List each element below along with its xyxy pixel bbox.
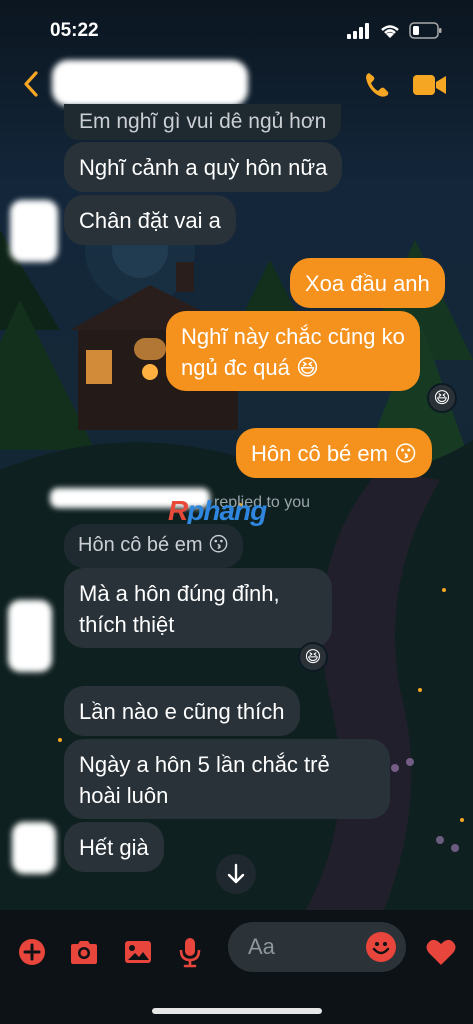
home-indicator: [152, 1008, 322, 1014]
watermark: Rphang: [168, 495, 267, 526]
signal-icon: [347, 22, 369, 39]
message-text: Em nghĩ gì vui dê ngủ hơn: [79, 110, 327, 133]
reaction-emoji: 😆: [304, 649, 322, 666]
message-text: Hôn cô bé em 😗: [251, 441, 418, 466]
message-reaction[interactable]: 😆: [427, 383, 457, 413]
message-incoming[interactable]: Chân đặt vai a: [64, 195, 236, 245]
back-arrow-icon: [24, 71, 38, 97]
quoted-message[interactable]: Hôn cô bé em 😗: [64, 524, 243, 568]
message-text-line: thích thiệt: [79, 612, 175, 637]
microphone-icon: [179, 938, 201, 968]
plus-circle-icon: [19, 939, 45, 965]
message-composer: Aa: [0, 910, 473, 1024]
message-input[interactable]: Aa: [228, 922, 406, 972]
video-call-button[interactable]: [412, 70, 448, 100]
camera-button[interactable]: [68, 936, 100, 968]
scroll-to-bottom-button[interactable]: [216, 854, 256, 894]
message-text: Hết già: [79, 835, 149, 860]
message-incoming[interactable]: Nghĩ cảnh a quỳ hôn nữa: [64, 142, 343, 192]
message-text-line: Ngày a hôn 5 lần chắc trẻ: [79, 752, 330, 777]
back-button[interactable]: [20, 70, 44, 98]
emoji-icon: [372, 942, 390, 955]
message-outgoing[interactable]: Xoa đầu anh: [290, 258, 445, 308]
message-incoming[interactable]: Ngày a hôn 5 lần chắc trẻ hoài luôn: [64, 739, 390, 819]
battery-icon: [409, 22, 442, 39]
sender-avatar-redacted: [10, 200, 58, 262]
camera-icon: [71, 941, 97, 964]
send-heart-button[interactable]: [424, 936, 458, 968]
message-outgoing[interactable]: Nghĩ này chắc cũng ko ngủ đc quá 😆: [166, 311, 420, 391]
message-incoming[interactable]: Hết già: [64, 822, 164, 872]
arrow-down-icon: [227, 863, 245, 884]
quoted-text: Hôn cô bé em 😗: [78, 534, 229, 556]
reaction-emoji: 😆: [433, 390, 451, 407]
message-incoming[interactable]: Lần nào e cũng thích: [64, 686, 300, 736]
sender-avatar-redacted: [8, 600, 52, 672]
voice-call-button[interactable]: [362, 70, 392, 100]
phone-icon: [366, 73, 389, 97]
status-icons: [347, 22, 443, 39]
status-time: 05:22: [50, 20, 99, 41]
emoji-button[interactable]: [366, 932, 396, 962]
message-text: Chân đặt vai a: [79, 208, 221, 233]
message-text-line: hoài luôn: [79, 783, 169, 808]
message-incoming[interactable]: Mà a hôn đúng đỉnh, thích thiệt: [64, 568, 332, 648]
status-bar: 05:22: [0, 0, 473, 58]
message-input-placeholder: Aa: [248, 934, 275, 959]
video-camera-icon: [413, 75, 446, 95]
message-incoming[interactable]: Em nghĩ gì vui dê ngủ hơn: [64, 104, 342, 140]
wifi-icon: [381, 24, 399, 38]
message-text: Xoa đầu anh: [305, 271, 430, 296]
heart-icon: [426, 939, 456, 965]
contact-name-redacted[interactable]: [52, 60, 248, 106]
more-actions-button[interactable]: [16, 936, 48, 968]
voice-message-button[interactable]: [174, 936, 206, 968]
message-reaction[interactable]: 😆: [298, 642, 328, 672]
sender-avatar-redacted: [12, 822, 56, 874]
image-icon: [125, 941, 151, 963]
message-text-line: Mà a hôn đúng đỉnh,: [79, 581, 280, 606]
message-text-line: Nghĩ này chắc cũng ko: [181, 324, 405, 349]
message-text: Lần nào e cũng thích: [79, 699, 285, 724]
message-text: Nghĩ cảnh a quỳ hôn nữa: [79, 155, 328, 180]
message-text-line: ngủ đc quá 😆: [181, 355, 319, 380]
message-outgoing[interactable]: Hôn cô bé em 😗: [236, 428, 433, 478]
gallery-button[interactable]: [122, 936, 154, 968]
